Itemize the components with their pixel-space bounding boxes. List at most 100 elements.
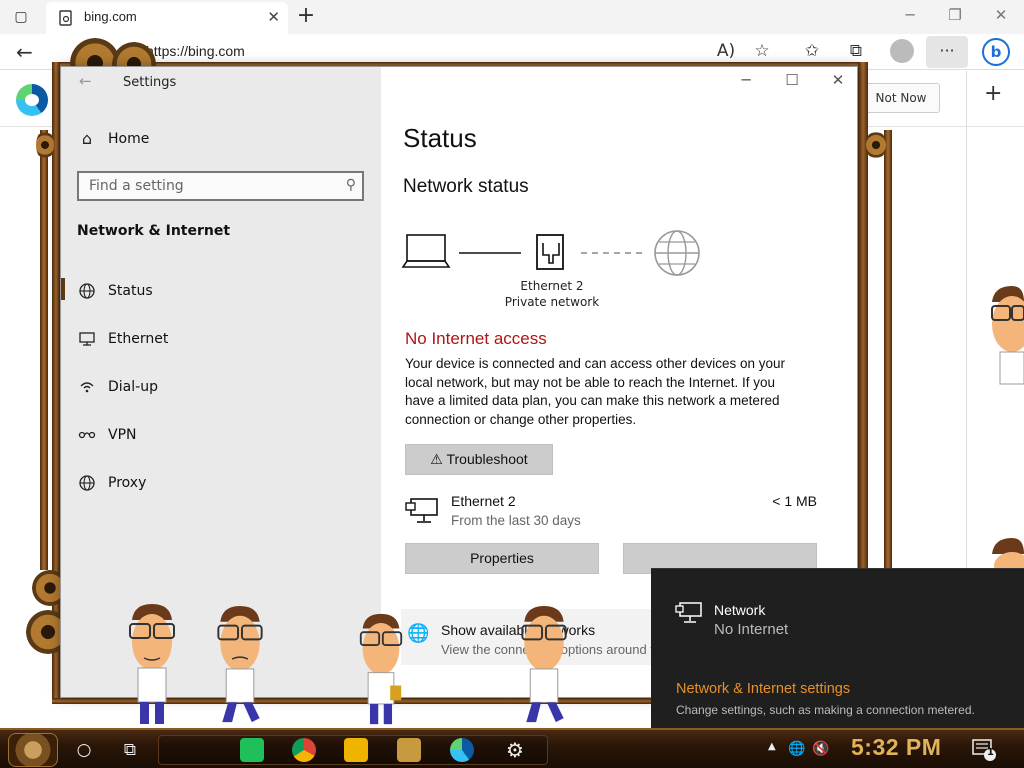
find-setting-input[interactable]: Find a setting ⚲ (77, 171, 364, 201)
cartoon-character-icon (521, 605, 567, 723)
nav-home[interactable]: ⌂ Home (77, 129, 367, 153)
settings-gear-icon[interactable]: ⚙ (503, 738, 527, 762)
bing-chat-button[interactable]: b (982, 38, 1010, 66)
home-icon: ⌂ (81, 129, 93, 148)
favorites-icon[interactable]: ✩ (800, 41, 824, 61)
page-favicon-icon (59, 10, 72, 26)
collections-icon[interactable]: ⧉ (844, 41, 868, 61)
tab-close-icon[interactable]: ✕ (267, 8, 280, 26)
settings-minimize-icon[interactable]: ─ (723, 71, 769, 89)
sidebar-item-proxy[interactable]: Proxy (77, 473, 367, 497)
cartoon-character-icon (217, 605, 263, 723)
address-url: https://bing.com (146, 43, 245, 59)
start-button[interactable] (8, 733, 58, 767)
ethernet-period: From the last 30 days (451, 513, 581, 528)
network-profile: Private network (504, 295, 600, 309)
active-nav-indicator (61, 278, 65, 300)
ethernet-name: Ethernet 2 (451, 493, 516, 509)
monitor-icon (79, 332, 95, 346)
ethernet-monitor-icon (405, 498, 438, 523)
browser-tab[interactable]: bing.com ✕ (46, 2, 288, 34)
globe-icon (79, 475, 95, 491)
search-circle-icon[interactable]: ○ (72, 738, 96, 762)
flyout-network-name[interactable]: Network (714, 602, 765, 618)
network-flyout: Network No Internet Network & Internet s… (651, 568, 1024, 728)
outer-pipe-left (40, 130, 48, 570)
warning-icon: ⚠ (430, 451, 447, 467)
restore-icon[interactable]: ❐ (940, 6, 970, 24)
network-status-heading: Network status (403, 176, 529, 197)
nav-home-label: Home (108, 131, 150, 147)
dialup-icon (80, 382, 94, 393)
globe-icon: 🌐 (407, 623, 430, 644)
flyout-network-status: No Internet (714, 621, 789, 638)
settings-close-icon[interactable]: ✕ (815, 71, 861, 89)
sidebar-item-vpn[interactable]: VPN (77, 425, 367, 449)
taskbar: ○ ⧉ ⚙ ▲ 🌐 🔇 5:32 PM 1 (0, 728, 1024, 768)
volume-muted-icon[interactable]: 🔇 (812, 741, 829, 757)
page-title: Status (403, 123, 477, 153)
sidebar-item-label: VPN (108, 427, 137, 443)
network-settings-link[interactable]: Network & Internet settings (676, 681, 850, 697)
status-description: Your device is connected and can access … (405, 356, 785, 427)
properties-button[interactable]: Properties (405, 543, 599, 574)
task-view-icon[interactable]: ⧉ (118, 738, 142, 762)
search-placeholder: Find a setting (89, 178, 184, 194)
sidebar-item-dialup[interactable]: Dial-up (77, 377, 367, 401)
settings-nav-pane: ← Settings ⌂ Home Find a setting ⚲ Netwo… (61, 67, 381, 697)
sidebar-item-label: Dial-up (108, 379, 158, 395)
edge-app-icon[interactable] (450, 738, 474, 762)
read-aloud-icon[interactable]: A) (714, 41, 738, 61)
browser-tabstrip: ▢ bing.com ✕ + ─ ❐ ✕ (0, 0, 1024, 34)
cartoon-character-icon (359, 613, 403, 725)
settings-window-title: Settings (123, 75, 177, 90)
pinned-app-icon[interactable] (397, 738, 421, 762)
sidebar-add-icon[interactable]: + (984, 81, 1002, 106)
troubleshoot-label: Troubleshoot (446, 451, 528, 467)
network-settings-sub: Change settings, such as making a connec… (676, 703, 975, 717)
ethernet-monitor-icon (675, 602, 702, 623)
tab-title: bing.com (84, 9, 137, 24)
sidebar-item-status[interactable]: Status (77, 281, 367, 305)
outer-pipe-right (884, 130, 892, 570)
internet-globe-icon (654, 230, 700, 276)
new-tab-button[interactable]: + (296, 3, 316, 28)
show-hidden-icons[interactable]: ▲ (768, 741, 776, 752)
back-button[interactable]: ← (16, 40, 33, 64)
settings-maximize-icon[interactable]: ☐ (769, 71, 815, 89)
adapter-name: Ethernet 2 (520, 279, 584, 293)
more-options-button[interactable]: ··· (926, 36, 968, 68)
no-internet-heading: No Internet access (405, 329, 547, 348)
sidebar-item-label: Ethernet (108, 331, 169, 347)
globe-icon (79, 283, 95, 299)
laptop-icon (401, 234, 451, 268)
vpn-icon (78, 431, 96, 439)
cartoon-character-icon (992, 538, 1024, 572)
sidebar-item-ethernet[interactable]: Ethernet (77, 329, 367, 353)
sidebar-item-label: Proxy (108, 475, 147, 491)
chrome-app-icon[interactable] (292, 738, 316, 762)
cartoon-character-icon (129, 604, 175, 724)
section-title: Network & Internet (77, 223, 231, 239)
file-explorer-icon[interactable] (344, 738, 368, 762)
edge-logo-icon (16, 84, 48, 116)
gear-decoration-icon (866, 130, 886, 160)
profile-avatar[interactable] (890, 39, 914, 63)
minimize-icon[interactable]: ─ (895, 6, 925, 24)
not-now-button[interactable]: Not Now (862, 83, 940, 113)
ethernet-usage: < 1 MB (772, 493, 817, 509)
taskbar-clock[interactable]: 5:32 PM (851, 734, 941, 761)
settings-back-icon[interactable]: ← (79, 72, 92, 90)
tab-actions-icon[interactable]: ▢ (10, 7, 32, 27)
sidebar-item-label: Status (108, 283, 153, 299)
sheets-app-icon[interactable] (240, 738, 264, 762)
close-icon[interactable]: ✕ (986, 6, 1016, 24)
frame-pipe-left (52, 62, 60, 704)
network-tray-icon[interactable]: 🌐 (788, 741, 805, 757)
notification-count: 1 (987, 747, 994, 758)
search-icon: ⚲ (345, 177, 356, 193)
troubleshoot-button[interactable]: ⚠ Troubleshoot (405, 444, 553, 475)
ethernet-port-icon (536, 234, 564, 270)
favorite-star-icon[interactable]: ☆ (750, 41, 774, 61)
gear-decoration-icon (36, 130, 54, 160)
